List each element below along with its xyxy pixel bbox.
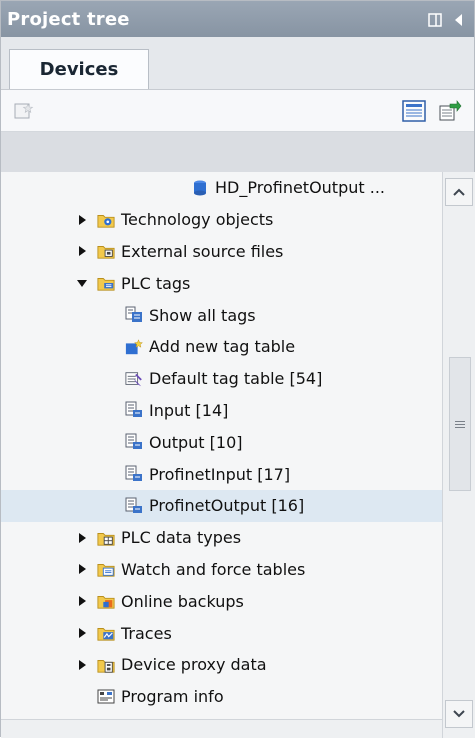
expanded-arrow-icon[interactable] [75, 276, 89, 290]
title-controls [428, 12, 466, 27]
database-icon [191, 179, 209, 197]
new-item-button[interactable] [13, 101, 35, 121]
export-icon [439, 99, 462, 120]
tree-item-label: PLC tags [121, 273, 191, 293]
external-source-files-icon [97, 242, 115, 260]
chevron-up-icon [453, 188, 465, 196]
tree-area: HD_ProfinetOutput ... Technology objects E… [1, 172, 475, 738]
tree-item[interactable]: Watch and force tables [1, 554, 442, 586]
tree-item-label: ProfinetInput [17] [149, 464, 291, 484]
tree-item-label: Technology objects [121, 210, 274, 230]
tree-item[interactable]: Technology objects [1, 204, 442, 236]
tree-item[interactable]: HD_ProfinetOutput ... [1, 172, 442, 204]
program-info-icon [97, 688, 115, 706]
add-tag-table-icon [125, 338, 143, 356]
tree-item[interactable]: Add new tag table [1, 331, 442, 363]
tree-item[interactable]: PLC tags [1, 267, 442, 299]
tag-table-icon [125, 497, 143, 515]
scroll-thumb[interactable] [449, 357, 471, 491]
technology-objects-icon [97, 211, 115, 229]
plc-data-types-icon [97, 529, 115, 547]
scroll-up-button[interactable] [445, 178, 473, 206]
new-item-icon [14, 102, 34, 118]
collapsed-arrow-icon[interactable] [75, 244, 89, 258]
tree-item[interactable]: Show all tags [1, 299, 442, 331]
overview-view-button[interactable] [402, 99, 426, 122]
panel-title: Project tree [7, 8, 130, 30]
default-tag-table-icon [125, 370, 143, 388]
tree-item-label: Program info [121, 687, 224, 707]
tree-item[interactable]: Input [14] [1, 395, 442, 427]
tree-item-label: ProfinetOutput [16] [149, 496, 305, 516]
collapsed-arrow-icon[interactable] [75, 626, 89, 640]
tree-item[interactable]: PLC data types [1, 522, 442, 554]
tree-toolbar [1, 90, 474, 132]
collapsed-arrow-icon[interactable] [75, 562, 89, 576]
tag-table-icon [125, 401, 143, 419]
project-tree: HD_ProfinetOutput ... Technology objects E… [1, 172, 442, 720]
tree-item-label: HD_ProfinetOutput ... [215, 178, 385, 198]
export-button[interactable] [438, 99, 462, 122]
tree-item[interactable]: Program info [1, 681, 442, 713]
tree-item[interactable]: Traces [1, 617, 442, 649]
vertical-scrollbar[interactable] [442, 172, 475, 738]
tree-item[interactable]: Output [10] [1, 426, 442, 458]
header-band [1, 132, 474, 173]
tag-table-icon [125, 465, 143, 483]
table-view-icon [402, 99, 426, 122]
tree-item-label: Add new tag table [149, 337, 296, 357]
collapsed-arrow-icon[interactable] [75, 531, 89, 545]
tree-item[interactable]: ProfinetInput [17] [1, 458, 442, 490]
tree-item-label: Default tag table [54] [149, 369, 323, 389]
tree-item-label: Output [10] [149, 432, 243, 452]
device-proxy-data-icon [97, 656, 115, 674]
chevron-down-icon [453, 710, 465, 718]
collapsed-arrow-icon[interactable] [75, 658, 89, 672]
traces-icon [97, 624, 115, 642]
tree-item-label: Input [14] [149, 400, 229, 420]
tree-item-label: Watch and force tables [121, 559, 306, 579]
collapsed-arrow-icon[interactable] [75, 213, 89, 227]
scroll-down-button[interactable] [445, 700, 473, 728]
tree-item-label: PLC data types [121, 528, 242, 548]
project-tree-panel: Project tree Devices HD_ProfinetOutput .… [0, 0, 475, 738]
tree-item-label: Online backups [121, 591, 244, 611]
grip-icon [455, 420, 465, 428]
watch-force-tables-icon [97, 560, 115, 578]
tree-item[interactable]: ProfinetOutput [16] [1, 489, 442, 522]
tree-item-label: External source files [121, 241, 284, 261]
tag-table-icon [125, 433, 143, 451]
show-all-tags-icon [125, 306, 143, 324]
project-tree-titlebar: Project tree [1, 1, 474, 37]
tree-item-label: Traces [121, 623, 172, 643]
tree-item[interactable]: External source files [1, 236, 442, 268]
horizontal-scrollbar[interactable] [1, 719, 442, 738]
tab-strip: Devices [1, 37, 474, 90]
dock-toggle-icon[interactable] [428, 12, 442, 27]
tree-item-label: Device proxy data [121, 655, 267, 675]
tree-item-label: Show all tags [149, 305, 256, 325]
collapse-left-icon[interactable] [452, 12, 466, 26]
online-backups-icon [97, 592, 115, 610]
plc-tags-folder-icon [97, 274, 115, 292]
tab-devices[interactable]: Devices [9, 49, 149, 89]
tab-devices-label: Devices [39, 59, 119, 80]
tree-item[interactable]: Device proxy data [1, 649, 442, 681]
tree-item[interactable]: Default tag table [54] [1, 363, 442, 395]
collapsed-arrow-icon[interactable] [75, 594, 89, 608]
tree-item[interactable]: Online backups [1, 585, 442, 617]
